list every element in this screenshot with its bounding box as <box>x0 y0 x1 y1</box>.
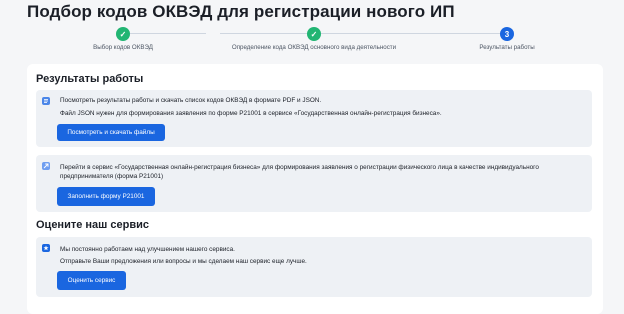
feedback-note: Отправьте Ваши предложения или вопросы и… <box>60 258 307 265</box>
step-connector <box>220 33 502 34</box>
form-text-line2: предпринимателя (форма Р21001) <box>60 173 164 180</box>
download-files-button[interactable]: Посмотреть и скачать файлы <box>57 124 165 141</box>
results-title: Результаты работы <box>36 73 144 85</box>
results-card: Результаты работы Посмотреть результаты … <box>27 64 603 314</box>
step-connector <box>120 33 206 34</box>
star-icon <box>42 244 50 252</box>
feedback-text: Мы постоянно работаем над улучшением наш… <box>60 246 235 253</box>
arrow-icon <box>42 162 50 170</box>
page-title: Подбор кодов ОКВЭД для регистрации новог… <box>27 2 455 21</box>
form-box: Перейти в сервис «Государственная онлайн… <box>36 155 592 212</box>
progress-stepper: ✓ Выбор кодов ОКВЭД ✓ Определение кода О… <box>0 27 624 55</box>
download-box: Посмотреть результаты работы и скачать с… <box>36 90 592 147</box>
json-note: Файл JSON нужен для формирования заявлен… <box>60 110 442 117</box>
step-2-check-icon: ✓ <box>307 27 321 41</box>
step-1-label: Выбор кодов ОКВЭД <box>93 44 153 51</box>
document-icon <box>42 97 50 105</box>
download-text: Посмотреть результаты работы и скачать с… <box>60 97 322 104</box>
feedback-title: Оцените наш сервис <box>36 219 149 231</box>
step-3-number: 3 <box>500 27 514 41</box>
feedback-box: Мы постоянно работаем над улучшением наш… <box>36 237 592 297</box>
rate-service-button[interactable]: Оценить сервис <box>57 271 126 290</box>
fill-form-button[interactable]: Заполнить форму Р21001 <box>57 187 155 206</box>
step-2-label: Определение кода ОКВЭД основного вида де… <box>231 44 397 51</box>
step-3-label: Результаты работы <box>479 44 535 51</box>
step-1-check-icon: ✓ <box>116 27 130 41</box>
form-text-line1: Перейти в сервис «Государственная онлайн… <box>60 164 539 171</box>
